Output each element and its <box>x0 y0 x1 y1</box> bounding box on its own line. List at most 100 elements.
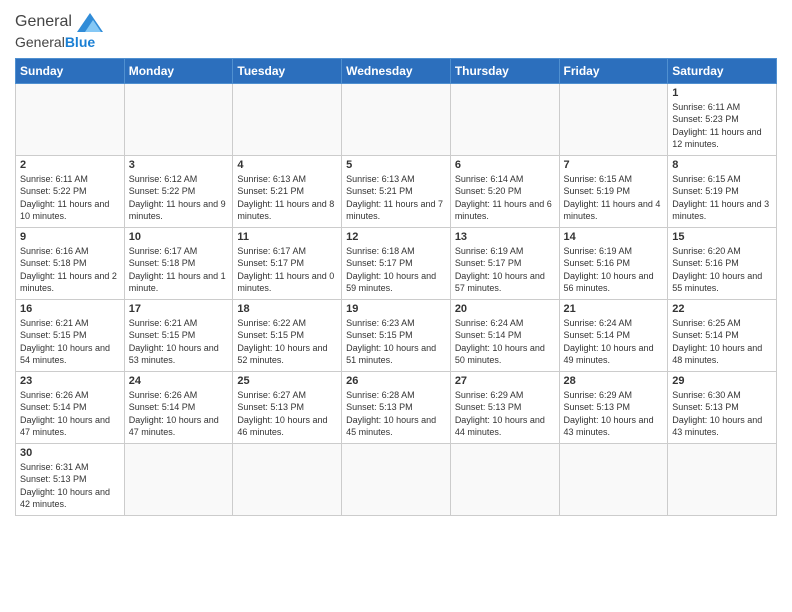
day-cell <box>342 83 451 155</box>
weekday-header-row: SundayMondayTuesdayWednesdayThursdayFrid… <box>16 58 777 83</box>
day-info: Sunrise: 6:23 AM Sunset: 5:15 PM Dayligh… <box>346 317 446 367</box>
logo-container: General GeneralBlue <box>15 10 106 52</box>
day-cell: 26 Sunrise: 6:28 AM Sunset: 5:13 PM Dayli… <box>342 371 451 443</box>
day-info: Sunrise: 6:21 AM Sunset: 5:15 PM Dayligh… <box>129 317 229 367</box>
day-number: 21 <box>564 303 664 315</box>
day-number: 8 <box>672 159 772 171</box>
day-info: Sunrise: 6:26 AM Sunset: 5:14 PM Dayligh… <box>129 389 229 439</box>
weekday-thursday: Thursday <box>450 58 559 83</box>
day-cell: 11 Sunrise: 6:17 AM Sunset: 5:17 PM Dayli… <box>233 227 342 299</box>
day-number: 30 <box>20 447 120 459</box>
day-info: Sunrise: 6:26 AM Sunset: 5:14 PM Dayligh… <box>20 389 120 439</box>
day-number: 20 <box>455 303 555 315</box>
weekday-sunday: Sunday <box>16 58 125 83</box>
logo-triangle-icon <box>74 10 106 34</box>
day-info: Sunrise: 6:20 AM Sunset: 5:16 PM Dayligh… <box>672 245 772 295</box>
day-number: 26 <box>346 375 446 387</box>
day-info: Sunrise: 6:29 AM Sunset: 5:13 PM Dayligh… <box>564 389 664 439</box>
logo: General GeneralBlue <box>15 10 106 52</box>
day-cell <box>16 83 125 155</box>
week-row-5: 23 Sunrise: 6:26 AM Sunset: 5:14 PM Dayli… <box>16 371 777 443</box>
day-cell: 17 Sunrise: 6:21 AM Sunset: 5:15 PM Dayli… <box>124 299 233 371</box>
day-info: Sunrise: 6:21 AM Sunset: 5:15 PM Dayligh… <box>20 317 120 367</box>
day-info: Sunrise: 6:30 AM Sunset: 5:13 PM Dayligh… <box>672 389 772 439</box>
day-number: 3 <box>129 159 229 171</box>
day-cell: 9 Sunrise: 6:16 AM Sunset: 5:18 PM Daylig… <box>16 227 125 299</box>
day-cell <box>668 443 777 515</box>
day-number: 16 <box>20 303 120 315</box>
day-cell <box>559 443 668 515</box>
day-cell: 5Sunrise: 6:13 AM Sunset: 5:21 PM Daylig… <box>342 155 451 227</box>
day-cell: 2 Sunrise: 6:11 AM Sunset: 5:22 PM Daylig… <box>16 155 125 227</box>
day-number: 24 <box>129 375 229 387</box>
day-cell <box>233 83 342 155</box>
week-row-3: 9 Sunrise: 6:16 AM Sunset: 5:18 PM Daylig… <box>16 227 777 299</box>
day-cell: 21Sunrise: 6:24 AM Sunset: 5:14 PM Dayli… <box>559 299 668 371</box>
day-cell: 25Sunrise: 6:27 AM Sunset: 5:13 PM Dayli… <box>233 371 342 443</box>
day-number: 11 <box>237 231 337 243</box>
day-cell: 22 Sunrise: 6:25 AM Sunset: 5:14 PM Dayli… <box>668 299 777 371</box>
day-cell: 1 Sunrise: 6:11 AM Sunset: 5:23 PM Daylig… <box>668 83 777 155</box>
day-number: 15 <box>672 231 772 243</box>
day-cell: 28 Sunrise: 6:29 AM Sunset: 5:13 PM Dayli… <box>559 371 668 443</box>
day-number: 27 <box>455 375 555 387</box>
day-cell: 19Sunrise: 6:23 AM Sunset: 5:15 PM Dayli… <box>342 299 451 371</box>
day-cell: 20Sunrise: 6:24 AM Sunset: 5:14 PM Dayli… <box>450 299 559 371</box>
day-number: 7 <box>564 159 664 171</box>
weekday-tuesday: Tuesday <box>233 58 342 83</box>
day-cell: 8 Sunrise: 6:15 AM Sunset: 5:19 PM Daylig… <box>668 155 777 227</box>
day-info: Sunrise: 6:29 AM Sunset: 5:13 PM Dayligh… <box>455 389 555 439</box>
day-info: Sunrise: 6:11 AM Sunset: 5:22 PM Dayligh… <box>20 173 120 223</box>
week-row-1: 1 Sunrise: 6:11 AM Sunset: 5:23 PM Daylig… <box>16 83 777 155</box>
week-row-2: 2 Sunrise: 6:11 AM Sunset: 5:22 PM Daylig… <box>16 155 777 227</box>
day-info: Sunrise: 6:28 AM Sunset: 5:13 PM Dayligh… <box>346 389 446 439</box>
day-number: 23 <box>20 375 120 387</box>
day-number: 2 <box>20 159 120 171</box>
day-info: Sunrise: 6:15 AM Sunset: 5:19 PM Dayligh… <box>564 173 664 223</box>
day-info: Sunrise: 6:22 AM Sunset: 5:15 PM Dayligh… <box>237 317 337 367</box>
day-info: Sunrise: 6:13 AM Sunset: 5:21 PM Dayligh… <box>237 173 337 223</box>
day-number: 22 <box>672 303 772 315</box>
day-number: 28 <box>564 375 664 387</box>
day-cell <box>450 83 559 155</box>
day-cell <box>124 83 233 155</box>
day-number: 17 <box>129 303 229 315</box>
day-cell <box>342 443 451 515</box>
day-cell: 14 Sunrise: 6:19 AM Sunset: 5:16 PM Dayli… <box>559 227 668 299</box>
day-cell: 3 Sunrise: 6:12 AM Sunset: 5:22 PM Daylig… <box>124 155 233 227</box>
day-info: Sunrise: 6:13 AM Sunset: 5:21 PM Dayligh… <box>346 173 446 223</box>
day-cell <box>233 443 342 515</box>
page: General GeneralBlue SundayMondayTuesdayW… <box>0 0 792 612</box>
day-cell: 29Sunrise: 6:30 AM Sunset: 5:13 PM Dayli… <box>668 371 777 443</box>
week-row-6: 30 Sunrise: 6:31 AM Sunset: 5:13 PM Dayli… <box>16 443 777 515</box>
day-info: Sunrise: 6:16 AM Sunset: 5:18 PM Dayligh… <box>20 245 120 295</box>
day-info: Sunrise: 6:31 AM Sunset: 5:13 PM Dayligh… <box>20 461 120 511</box>
day-number: 4 <box>237 159 337 171</box>
weekday-saturday: Saturday <box>668 58 777 83</box>
day-info: Sunrise: 6:19 AM Sunset: 5:16 PM Dayligh… <box>564 245 664 295</box>
day-number: 25 <box>237 375 337 387</box>
day-number: 1 <box>672 87 772 99</box>
day-cell: 24 Sunrise: 6:26 AM Sunset: 5:14 PM Dayli… <box>124 371 233 443</box>
week-row-4: 16 Sunrise: 6:21 AM Sunset: 5:15 PM Dayli… <box>16 299 777 371</box>
day-number: 9 <box>20 231 120 243</box>
header: General GeneralBlue <box>15 10 777 52</box>
day-cell: 6 Sunrise: 6:14 AM Sunset: 5:20 PM Daylig… <box>450 155 559 227</box>
day-info: Sunrise: 6:17 AM Sunset: 5:17 PM Dayligh… <box>237 245 337 295</box>
day-cell: 30 Sunrise: 6:31 AM Sunset: 5:13 PM Dayli… <box>16 443 125 515</box>
day-cell <box>559 83 668 155</box>
day-cell: 18Sunrise: 6:22 AM Sunset: 5:15 PM Dayli… <box>233 299 342 371</box>
day-number: 6 <box>455 159 555 171</box>
day-cell: 7 Sunrise: 6:15 AM Sunset: 5:19 PM Daylig… <box>559 155 668 227</box>
day-info: Sunrise: 6:19 AM Sunset: 5:17 PM Dayligh… <box>455 245 555 295</box>
day-cell: 13Sunrise: 6:19 AM Sunset: 5:17 PM Dayli… <box>450 227 559 299</box>
day-cell: 4 Sunrise: 6:13 AM Sunset: 5:21 PM Daylig… <box>233 155 342 227</box>
day-number: 14 <box>564 231 664 243</box>
day-info: Sunrise: 6:12 AM Sunset: 5:22 PM Dayligh… <box>129 173 229 223</box>
day-cell <box>124 443 233 515</box>
day-info: Sunrise: 6:14 AM Sunset: 5:20 PM Dayligh… <box>455 173 555 223</box>
day-info: Sunrise: 6:15 AM Sunset: 5:19 PM Dayligh… <box>672 173 772 223</box>
day-info: Sunrise: 6:25 AM Sunset: 5:14 PM Dayligh… <box>672 317 772 367</box>
day-info: Sunrise: 6:11 AM Sunset: 5:23 PM Dayligh… <box>672 101 772 151</box>
day-cell: 10Sunrise: 6:17 AM Sunset: 5:18 PM Dayli… <box>124 227 233 299</box>
